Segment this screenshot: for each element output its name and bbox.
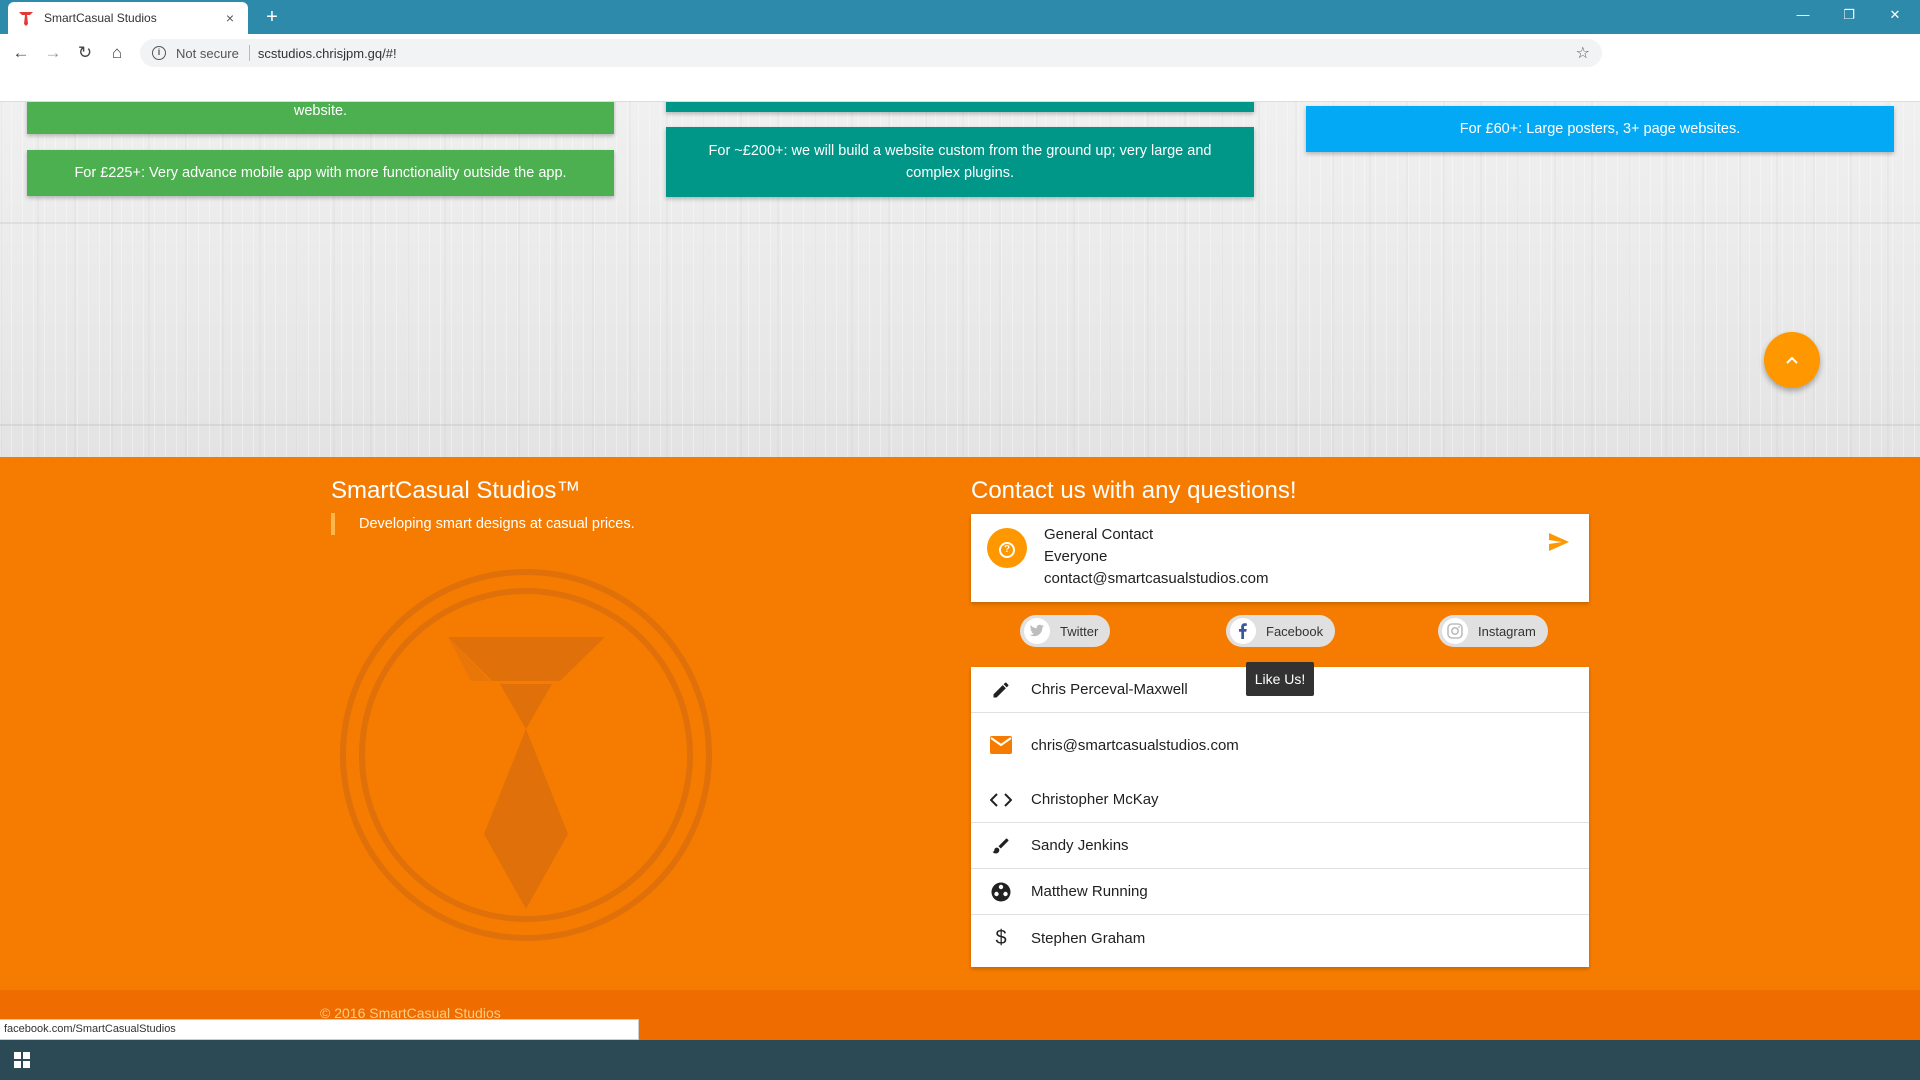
page-top-bar <box>0 72 1920 102</box>
mail-icon <box>971 736 1031 754</box>
reload-icon[interactable]: ↻ <box>74 42 96 64</box>
pricing-card-text: For £60+: Large posters, 3+ page website… <box>1459 121 1741 137</box>
windows-taskbar <box>0 1040 1920 1080</box>
team-member-row[interactable]: chris@smartcasualstudios.com <box>971 713 1589 777</box>
team-member-name: Stephen Graham <box>1031 929 1146 947</box>
contact-heading: Contact us with any questions! <box>971 477 1297 504</box>
footer-tagline: Developing smart designs at casual price… <box>331 513 635 535</box>
pencil-icon <box>971 680 1031 700</box>
close-window-icon[interactable]: ✕ <box>1872 0 1918 30</box>
team-member-row[interactable]: Sandy Jenkins <box>971 823 1589 869</box>
team-member-name: Matthew Running <box>1031 883 1148 900</box>
pricing-card: For ~£200+: we will build a website cust… <box>666 127 1254 197</box>
home-icon[interactable]: ⌂ <box>106 42 128 64</box>
pricing-card-text: website. <box>293 103 348 119</box>
twitter-label: Twitter <box>1060 623 1099 639</box>
browser-tab[interactable]: SmartCasual Studios × <box>8 2 248 34</box>
team-member-row[interactable]: Matthew Running <box>971 869 1589 915</box>
brush-icon <box>971 836 1031 856</box>
new-tab-button[interactable]: + <box>260 5 284 29</box>
site-footer: SmartCasual Studios™ Developing smart de… <box>0 457 1920 990</box>
wood-background: website. For £225+: Very advance mobile … <box>0 102 1920 457</box>
team-list: Chris Perceval-Maxwell chris@smartcasual… <box>971 667 1589 967</box>
contact-details: General Contact Everyone contact@smartca… <box>1044 524 1268 590</box>
help-icon: ? <box>987 528 1027 568</box>
chevron-up-icon <box>1786 356 1798 364</box>
team-member-email[interactable]: chris@smartcasualstudios.com <box>1031 737 1239 754</box>
browser-toolbar: ← → ↻ ⌂ i Not secure scstudios.chrisjpm.… <box>0 34 1920 72</box>
tab-strip: SmartCasual Studios × + — ❐ ✕ <box>0 0 1920 34</box>
footer-brand: SmartCasual Studios™ <box>331 477 581 504</box>
windows-start-icon[interactable] <box>14 1052 30 1068</box>
plank-line <box>0 424 1920 426</box>
instagram-label: Instagram <box>1478 623 1536 639</box>
team-member-name: Chris Perceval-Maxwell <box>1031 681 1188 698</box>
page-viewport: website. For £225+: Very advance mobile … <box>0 102 1920 1040</box>
url-text[interactable]: scstudios.chrisjpm.gq/#! <box>258 46 1576 61</box>
address-bar[interactable]: i Not secure scstudios.chrisjpm.gq/#! ☆ <box>140 39 1602 67</box>
scroll-to-top-button[interactable] <box>1764 332 1820 388</box>
general-contact-card[interactable]: ? General Contact Everyone contact@smart… <box>971 514 1589 602</box>
close-tab-icon[interactable]: × <box>222 10 238 26</box>
link-status-bar: facebook.com/SmartCasualStudios <box>0 1019 639 1040</box>
omnibox-divider <box>248 45 250 61</box>
pricing-card: website. <box>27 102 614 134</box>
back-arrow-icon[interactable]: ← <box>10 42 32 64</box>
contact-email[interactable]: contact@smartcasualstudios.com <box>1044 568 1268 590</box>
team-member-name: Christopher McKay <box>1031 791 1159 808</box>
twitter-icon <box>1024 618 1050 644</box>
tie-logo-icon <box>19 12 33 26</box>
minimize-window-icon[interactable]: — <box>1780 0 1826 30</box>
twitter-button[interactable]: Twitter <box>1020 615 1111 647</box>
instagram-button[interactable]: Instagram <box>1438 615 1548 647</box>
pricing-card: For £60+: Large posters, 3+ page website… <box>1306 106 1894 152</box>
team-member-row[interactable]: $ Stephen Graham <box>971 915 1589 961</box>
send-icon[interactable] <box>1547 530 1571 554</box>
pricing-card-cut <box>666 102 1254 112</box>
pricing-card: For £225+: Very advance mobile app with … <box>27 150 614 196</box>
pricing-card-text: For ~£200+: we will build a website cust… <box>708 143 1212 181</box>
tab-title: SmartCasual Studios <box>44 11 157 25</box>
tie-logo-watermark <box>340 569 712 941</box>
forward-arrow-icon[interactable]: → <box>42 42 64 64</box>
plank-line <box>0 222 1920 224</box>
team-member-row[interactable]: Christopher McKay <box>971 777 1589 823</box>
dollar-icon: $ <box>995 926 1007 949</box>
pricing-card-text: For £225+: Very advance mobile app with … <box>74 165 567 181</box>
code-icon <box>971 792 1031 808</box>
not-secure-label[interactable]: Not secure <box>176 46 239 61</box>
restore-window-icon[interactable]: ❐ <box>1826 0 1872 30</box>
contact-title: General Contact <box>1044 526 1154 543</box>
team-member-name: Sandy Jenkins <box>1031 837 1129 854</box>
facebook-icon <box>1230 618 1256 644</box>
facebook-button[interactable]: Facebook <box>1226 615 1336 647</box>
facebook-label: Facebook <box>1266 623 1324 639</box>
contact-audience: Everyone <box>1044 548 1108 565</box>
info-icon[interactable]: i <box>152 46 166 60</box>
instagram-icon <box>1442 618 1468 644</box>
like-us-tooltip: Like Us! <box>1246 662 1314 696</box>
bookmark-star-icon[interactable]: ☆ <box>1576 43 1590 63</box>
film-reel-icon <box>971 882 1031 902</box>
